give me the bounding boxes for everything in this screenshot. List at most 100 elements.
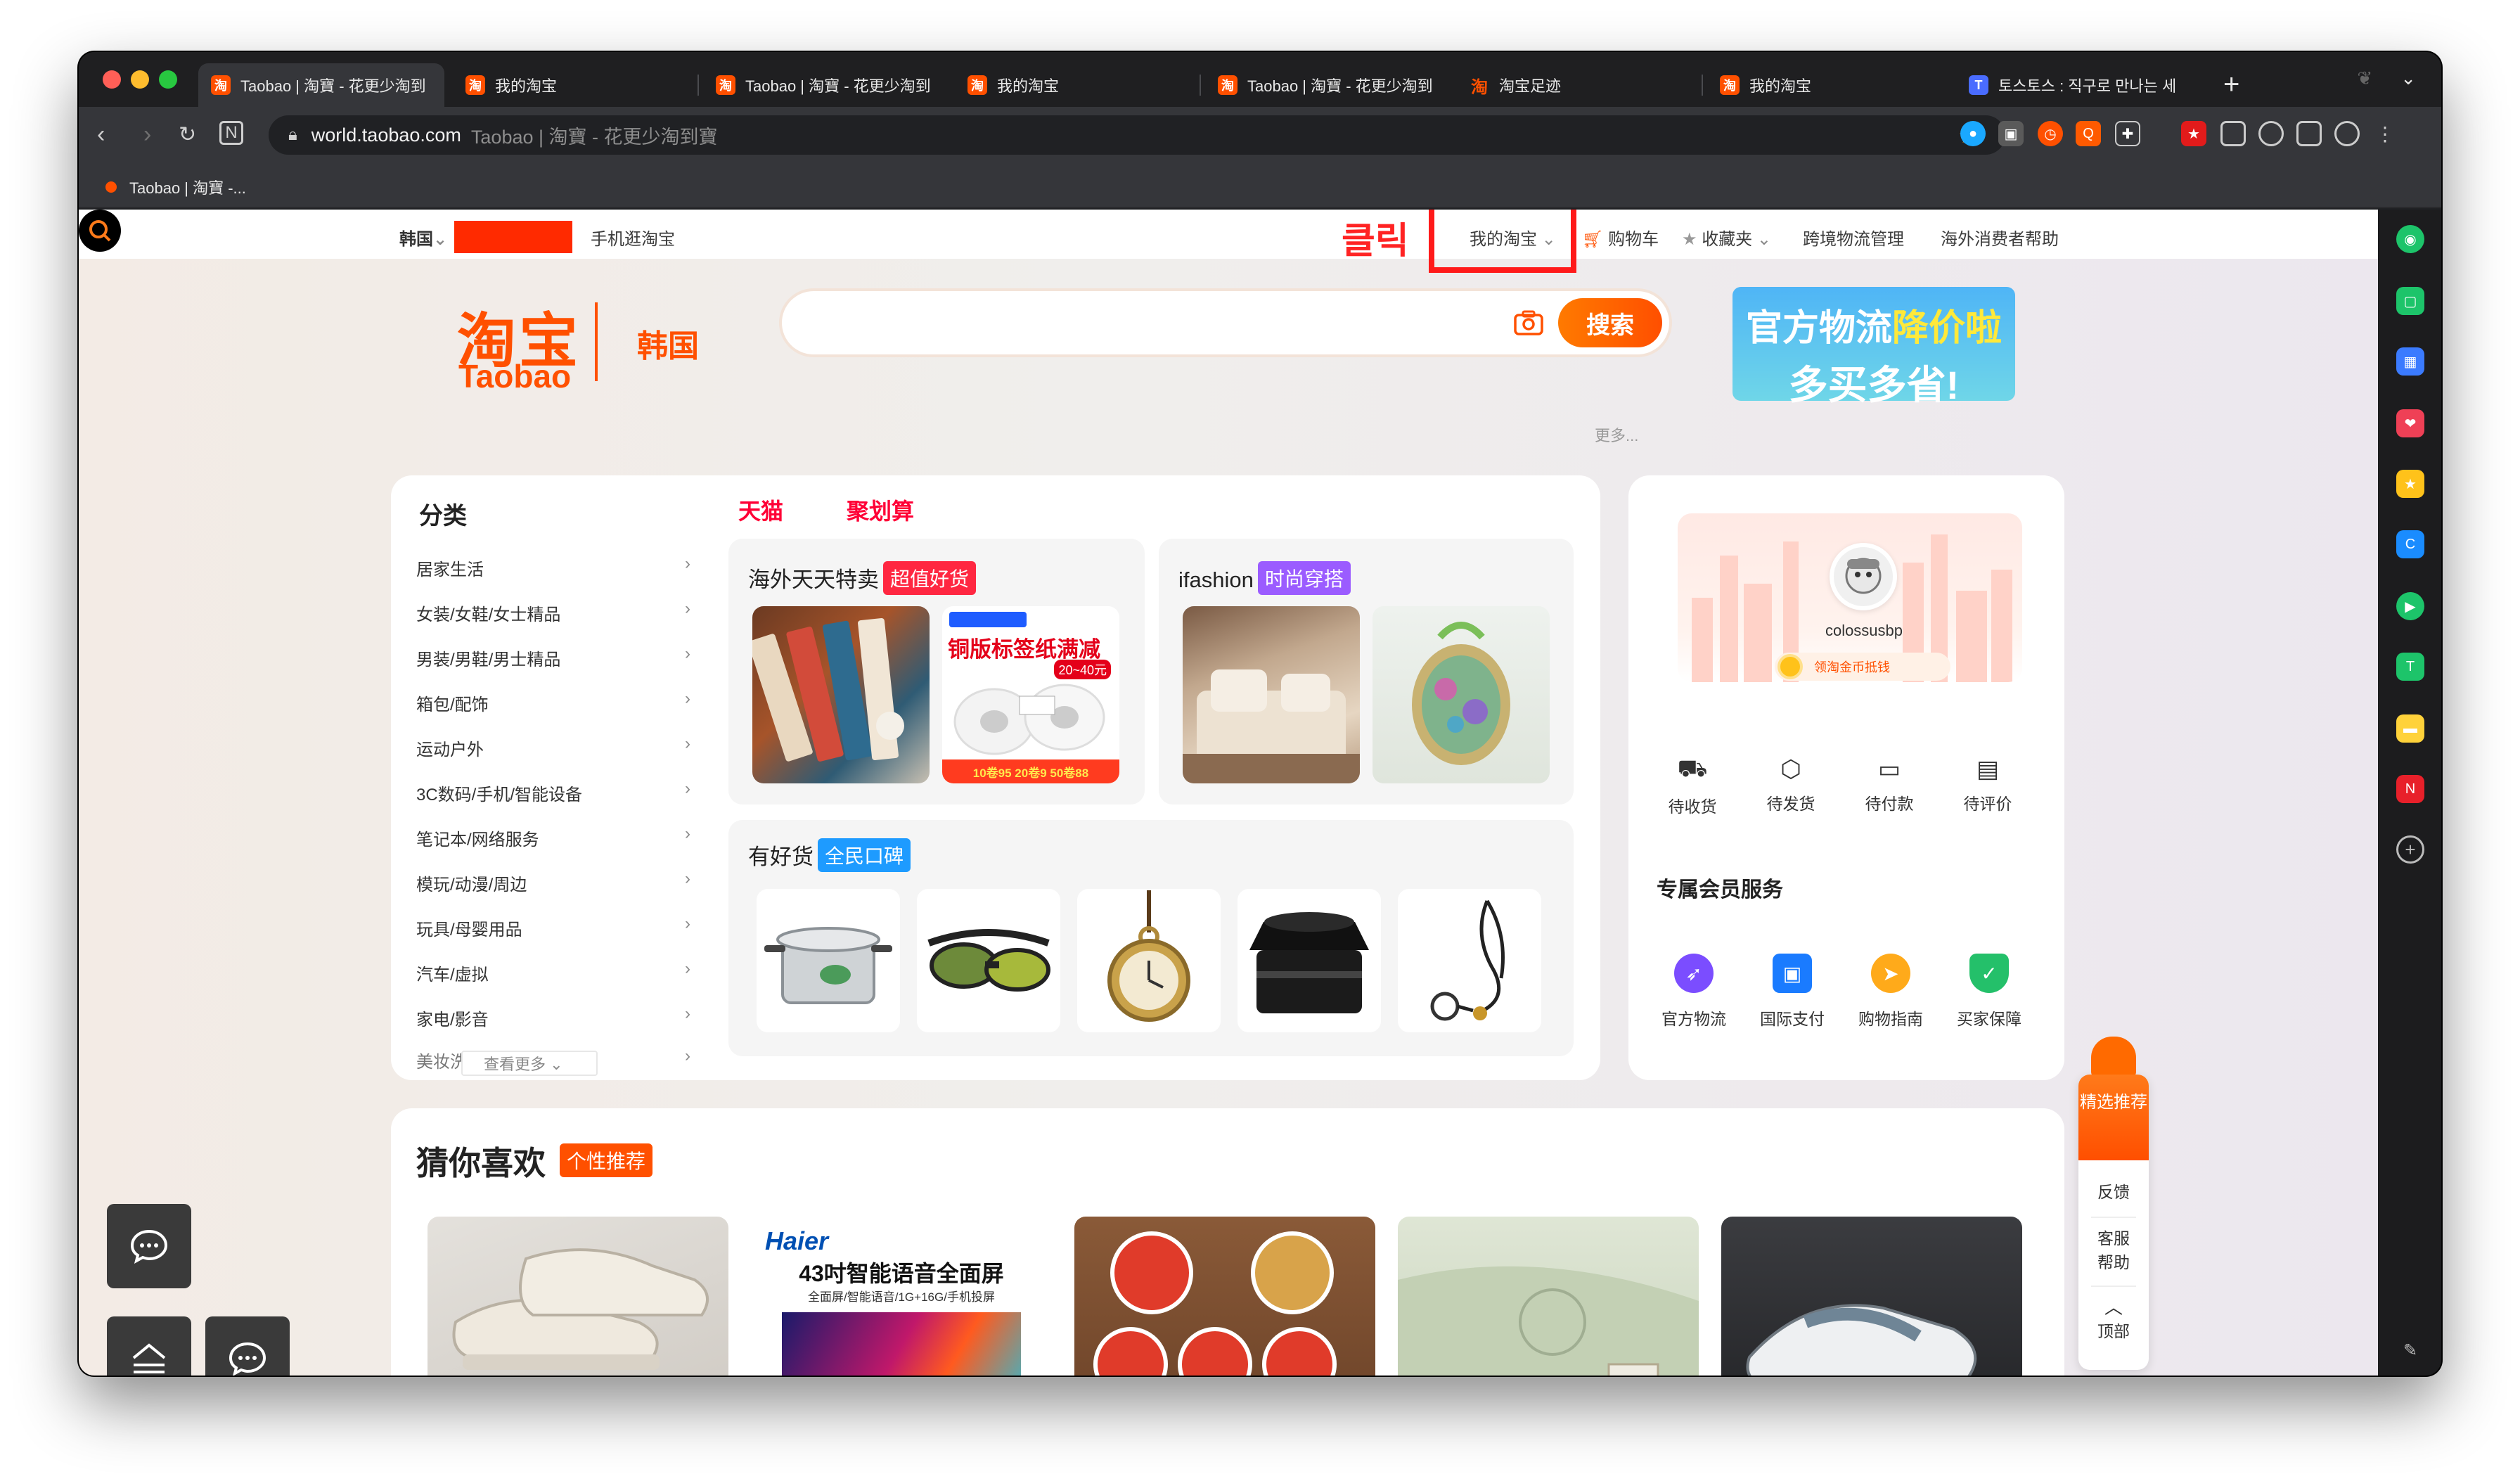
tab-my-taobao-2[interactable]: 淘 我的淘宝: [955, 63, 1194, 107]
address-bar[interactable]: 🔒︎ world.taobao.com Taobao | 淘寶 - 花更少淘到寶…: [269, 115, 2005, 155]
category-item[interactable]: 笔记本/网络服务 ›: [416, 824, 690, 850]
sidebar-pocket-icon[interactable]: ❤: [2396, 409, 2424, 437]
product-lanyard[interactable]: [1398, 889, 1541, 1032]
order-to-review[interactable]: ▤ 待评价: [1949, 755, 2026, 814]
sidebar-app-icon[interactable]: ◉: [2396, 225, 2424, 253]
category-item[interactable]: 箱包/配饰 ›: [416, 689, 690, 715]
good-goods-card[interactable]: 有好货 全民口碑: [728, 820, 1574, 1056]
category-item[interactable]: 汽车/虚拟 ›: [416, 959, 690, 985]
reload-icon[interactable]: ↻: [179, 122, 196, 147]
tab-taobao-2[interactable]: 淘 Taobao | 淘寶 - 花更少淘到: [703, 63, 948, 107]
profile-icon[interactable]: [2334, 121, 2360, 146]
tab-toss[interactable]: T 토스토스 : 직구로 만나는 세: [1956, 63, 2209, 107]
notion-ext-icon[interactable]: N: [219, 121, 243, 145]
new-tab-button[interactable]: +: [2223, 69, 2239, 101]
sidebar-play-icon[interactable]: ▶: [2396, 592, 2424, 620]
sidebar-star-icon[interactable]: ★: [2396, 470, 2424, 498]
see-more-categories-button[interactable]: 查看更多 ⌄: [461, 1051, 598, 1076]
screenshot-icon[interactable]: [2258, 121, 2284, 146]
floating-search-icon[interactable]: [79, 210, 121, 252]
extension-globe-icon[interactable]: ●: [1960, 121, 1986, 146]
rec-product-blanket[interactable]: [1398, 1217, 1699, 1376]
cast-icon[interactable]: [2220, 121, 2246, 146]
sidebar-calendar-icon[interactable]: ▦: [2396, 347, 2424, 376]
category-item[interactable]: 男装/男鞋/男士精品 ›: [416, 644, 690, 670]
chat-button-2[interactable]: [205, 1316, 290, 1376]
sidebar-chat-icon[interactable]: ▢: [2396, 287, 2424, 315]
feedback-button[interactable]: 反馈: [2078, 1180, 2149, 1204]
sidebar-add-icon[interactable]: +: [2396, 835, 2424, 864]
bookmark-taobao[interactable]: Taobao | 淘寶 -...: [105, 176, 246, 198]
category-item[interactable]: 家电/影音 ›: [416, 1004, 690, 1030]
service-guide[interactable]: ➤ 购物指南: [1845, 954, 1936, 1030]
product-pot[interactable]: [757, 889, 900, 1032]
order-to-receive[interactable]: ⛟ 待收货: [1654, 755, 1731, 817]
rec-product-sneakers[interactable]: [428, 1217, 728, 1376]
rec-product-skate-shoes[interactable]: [1721, 1217, 2022, 1376]
tab-taobao-3[interactable]: 淘 Taobao | 淘寶 - 花更少淘到: [1205, 63, 1451, 107]
service-payment[interactable]: ▣ 国际支付: [1747, 954, 1838, 1030]
extension-flag-icon[interactable]: ★: [2181, 121, 2206, 146]
rec-product-noodles[interactable]: [1074, 1217, 1375, 1376]
product-image-dollhouse[interactable]: [1183, 606, 1360, 783]
tab-my-taobao-3[interactable]: 淘 我的淘宝: [1707, 63, 1946, 107]
category-item[interactable]: 3C数码/手机/智能设备 ›: [416, 779, 690, 805]
product-pocket-watch[interactable]: [1077, 889, 1221, 1032]
order-to-ship[interactable]: ⬡ 待发货: [1752, 755, 1830, 814]
minimize-window-button[interactable]: [131, 70, 149, 89]
juhuasuan-channel[interactable]: 聚划算: [847, 494, 914, 526]
product-camera-lens[interactable]: [1238, 889, 1381, 1032]
back-arrow-icon[interactable]: ‹: [97, 121, 105, 148]
coins-button[interactable]: 领淘金币抵钱: [1775, 653, 1950, 681]
username[interactable]: colossusbp: [1769, 622, 1959, 640]
mobile-taobao-link[interactable]: 手机逛淘宝: [591, 225, 675, 250]
product-goggles[interactable]: [917, 889, 1060, 1032]
sidebar-news-icon[interactable]: N: [2396, 775, 2424, 803]
search-button[interactable]: 搜索: [1558, 298, 1662, 347]
maximize-window-button[interactable]: [159, 70, 177, 89]
customer-service-button[interactable]: 客服帮助: [2078, 1226, 2149, 1274]
profile-bird-icon[interactable]: ❦: [2357, 68, 2372, 89]
sidepanel-toggle-icon[interactable]: [2296, 121, 2322, 146]
sidebar-note-icon[interactable]: ▬: [2396, 714, 2424, 743]
tmall-channel[interactable]: 天猫: [738, 494, 783, 526]
favorites-link[interactable]: ★ 收藏夹 ⌄: [1682, 225, 1771, 250]
overseas-sale-card[interactable]: 海外天天特卖 超值好货 铜版标签纸满减 20~40元 10卷95 20卷9 50卷…: [728, 539, 1145, 804]
category-item[interactable]: 玩具/母婴用品 ›: [416, 914, 690, 940]
extension-search-icon[interactable]: Q: [2076, 121, 2101, 146]
close-window-button[interactable]: [103, 70, 121, 89]
extension-image-icon[interactable]: ▣: [1998, 121, 2024, 146]
cart-link[interactable]: 🛒︎ 购物车: [1582, 225, 1659, 250]
logistics-promo-banner[interactable]: 官方物流降价啦 多买多省!: [1732, 287, 2015, 407]
extension-timer-icon[interactable]: ◷: [2038, 121, 2063, 146]
category-item[interactable]: 居家生活 ›: [416, 554, 690, 580]
category-item[interactable]: 运动户外 ›: [416, 734, 690, 760]
search-box[interactable]: 搜索: [782, 291, 1669, 354]
chat-button[interactable]: [107, 1204, 191, 1288]
sidebar-toon-icon[interactable]: T: [2396, 653, 2424, 681]
camera-icon[interactable]: [1513, 309, 1544, 342]
service-protection[interactable]: ✓ 买家保障: [1943, 954, 2035, 1030]
back-to-top-button[interactable]: ︿ 顶部: [2078, 1295, 2149, 1343]
help-link[interactable]: 海外消费者帮助: [1941, 225, 2059, 250]
forward-arrow-icon[interactable]: ›: [143, 121, 151, 148]
category-item[interactable]: 女装/女鞋/女士精品 ›: [416, 599, 690, 625]
region-selector[interactable]: 韩国⌄: [399, 225, 447, 250]
ifashion-card[interactable]: ifashion 时尚穿搭: [1159, 539, 1574, 804]
tab-search-chevron-icon[interactable]: ⌄: [2400, 68, 2416, 89]
product-image-bookmarks[interactable]: [752, 606, 930, 783]
logistics-link[interactable]: 跨境物流管理: [1803, 225, 1904, 250]
user-avatar[interactable]: [1830, 543, 1897, 610]
tab-taobao-1[interactable]: 淘 Taobao | 淘寶 - 花更少淘到: [198, 63, 444, 107]
menu-kebab-icon[interactable]: ⋮: [2372, 121, 2398, 146]
tab-my-taobao-1[interactable]: 淘 我的淘宝: [453, 63, 692, 107]
service-logistics[interactable]: ➶ 官方物流: [1648, 954, 1740, 1030]
extensions-puzzle-icon[interactable]: ✚: [2115, 121, 2140, 146]
category-item[interactable]: 模玩/动漫/周边 ›: [416, 869, 690, 895]
sidebar-refresh-icon[interactable]: C: [2396, 530, 2424, 558]
tab-taobao-footprint[interactable]: 淘 淘宝足迹: [1457, 63, 1696, 107]
home-button[interactable]: [107, 1316, 191, 1376]
order-to-pay[interactable]: ▭ 待付款: [1851, 755, 1928, 814]
featured-recommend-button[interactable]: 精选推荐: [2078, 1075, 2149, 1160]
rec-product-haier-tv[interactable]: Haier 43吋智能语音全面屏 全面屏/智能语音/1G+16G/手机投屏: [751, 1217, 1052, 1376]
